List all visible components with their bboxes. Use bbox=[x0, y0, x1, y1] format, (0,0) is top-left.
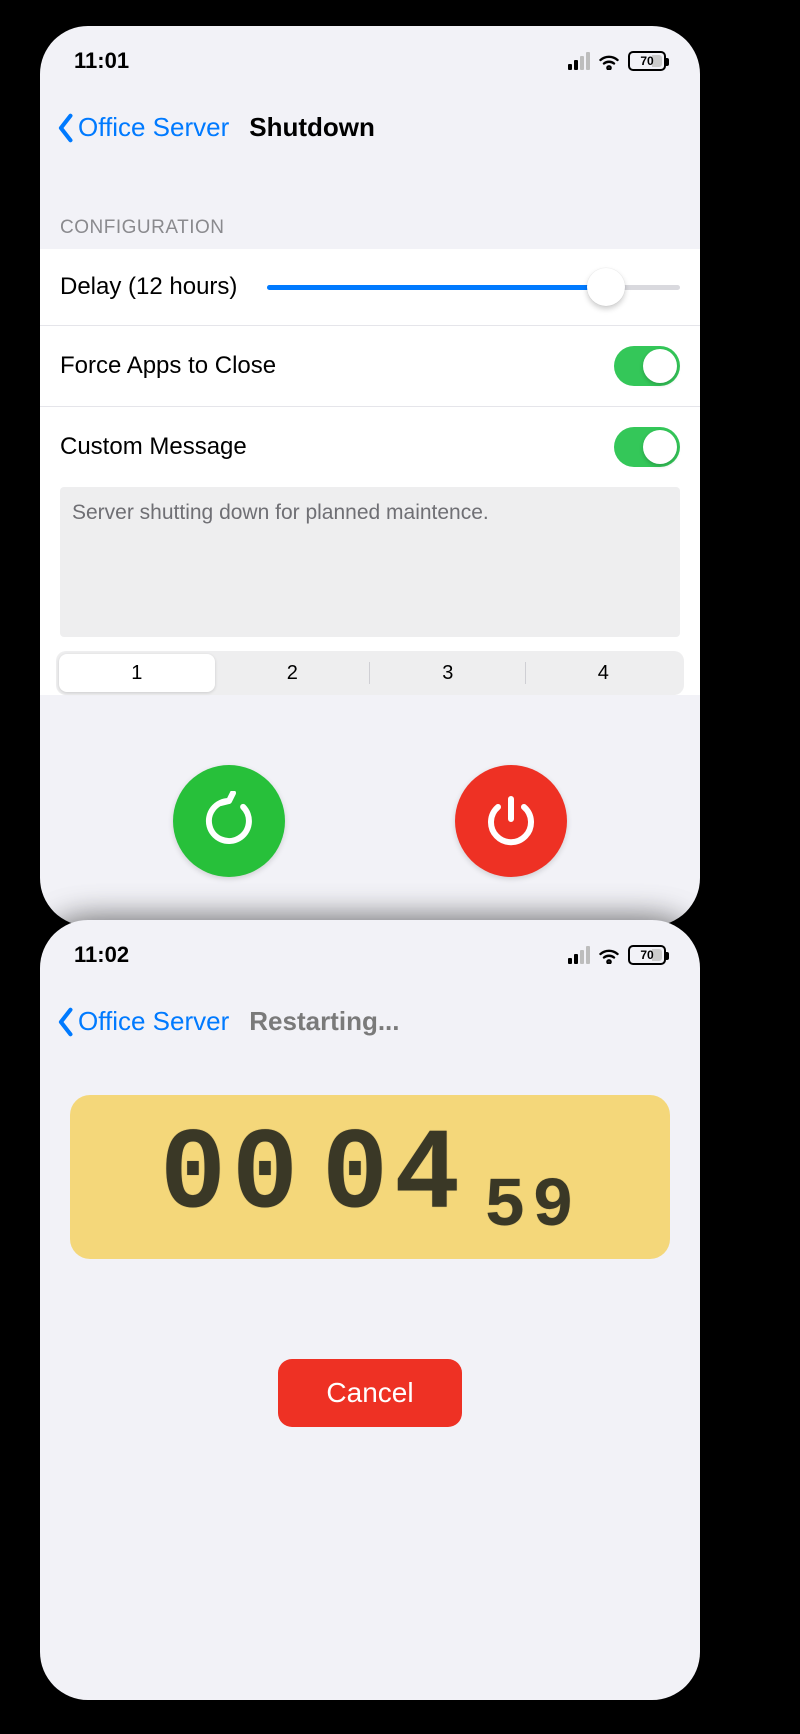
delay-label: Delay (12 hours) bbox=[60, 273, 237, 301]
countdown-seconds: 59 bbox=[484, 1173, 580, 1259]
status-indicators: 70 bbox=[568, 51, 666, 71]
battery-icon: 70 bbox=[628, 945, 666, 965]
nav-bar: Office Server Restarting... bbox=[40, 976, 700, 1055]
power-icon bbox=[481, 791, 541, 851]
segment-4[interactable]: 4 bbox=[526, 654, 682, 692]
countdown-area: 00 04 59 Cancel bbox=[40, 1055, 700, 1427]
wifi-icon bbox=[597, 946, 621, 964]
shutdown-button[interactable] bbox=[455, 765, 567, 877]
slider-thumb[interactable] bbox=[587, 268, 625, 306]
custom-message-label: Custom Message bbox=[60, 433, 247, 461]
wifi-icon bbox=[597, 52, 621, 70]
section-header-configuration: CONFIGURATION bbox=[40, 161, 700, 249]
cellular-icon bbox=[568, 52, 590, 70]
screen-shutdown-config: 11:01 70 Office Server Shutdown CONFIGUR… bbox=[40, 26, 700, 926]
chevron-left-icon bbox=[56, 113, 74, 143]
custom-message-toggle[interactable] bbox=[614, 427, 680, 467]
page-title: Shutdown bbox=[249, 112, 375, 143]
status-time: 11:01 bbox=[74, 48, 129, 74]
action-buttons bbox=[40, 715, 700, 926]
segment-2[interactable]: 2 bbox=[215, 654, 371, 692]
back-button[interactable]: Office Server bbox=[56, 112, 229, 143]
segment-3[interactable]: 3 bbox=[370, 654, 526, 692]
battery-pct: 70 bbox=[640, 948, 653, 962]
back-button[interactable]: Office Server bbox=[56, 1006, 229, 1037]
screen-restarting-countdown: 11:02 70 Office Server Restarting... 00 … bbox=[40, 920, 700, 1700]
countdown-minutes: 04 bbox=[322, 1119, 466, 1235]
config-list: Delay (12 hours) Force Apps to Close Cus… bbox=[40, 249, 700, 695]
back-label: Office Server bbox=[78, 112, 229, 143]
nav-bar: Office Server Shutdown bbox=[40, 82, 700, 161]
restart-button[interactable] bbox=[173, 765, 285, 877]
delay-slider[interactable] bbox=[267, 269, 680, 305]
status-bar: 11:01 70 bbox=[40, 26, 700, 82]
cellular-icon bbox=[568, 946, 590, 964]
status-indicators: 70 bbox=[568, 945, 666, 965]
countdown-display: 00 04 59 bbox=[70, 1095, 670, 1259]
status-time: 11:02 bbox=[74, 942, 129, 968]
cancel-button[interactable]: Cancel bbox=[278, 1359, 461, 1427]
segment-1[interactable]: 1 bbox=[59, 654, 215, 692]
force-close-toggle[interactable] bbox=[614, 346, 680, 386]
custom-message-textarea[interactable]: Server shutting down for planned mainten… bbox=[60, 487, 680, 637]
battery-icon: 70 bbox=[628, 51, 666, 71]
force-close-label: Force Apps to Close bbox=[60, 352, 276, 380]
restart-icon bbox=[199, 791, 259, 851]
row-force-close: Force Apps to Close bbox=[40, 326, 700, 407]
battery-pct: 70 bbox=[640, 54, 653, 68]
preset-segmented-control[interactable]: 1 2 3 4 bbox=[56, 651, 684, 695]
countdown-hours: 00 bbox=[160, 1119, 304, 1235]
row-delay: Delay (12 hours) bbox=[40, 249, 700, 326]
page-title: Restarting... bbox=[249, 1006, 399, 1037]
back-label: Office Server bbox=[78, 1006, 229, 1037]
chevron-left-icon bbox=[56, 1007, 74, 1037]
status-bar: 11:02 70 bbox=[40, 920, 700, 976]
row-custom-message: Custom Message bbox=[40, 407, 700, 487]
